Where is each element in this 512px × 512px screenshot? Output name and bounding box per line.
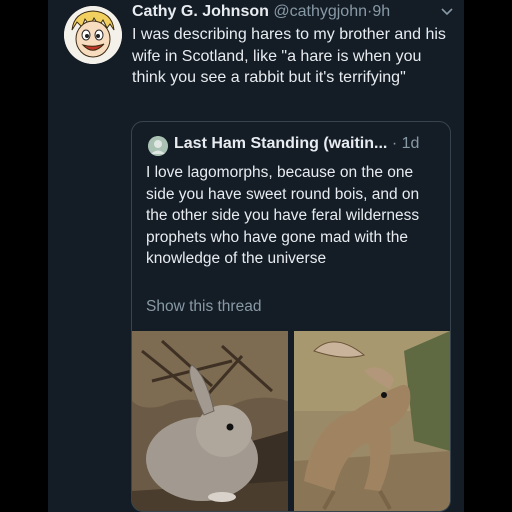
more-options-button[interactable] xyxy=(440,5,454,19)
show-thread-link[interactable]: Show this thread xyxy=(146,296,261,317)
hare-photo[interactable] xyxy=(294,331,450,511)
rabbit-photo[interactable] xyxy=(132,331,288,511)
quoted-tweet-text: I love lagomorphs, because on the one si… xyxy=(146,164,420,267)
author-avatar[interactable] xyxy=(64,6,122,64)
chevron-down-icon xyxy=(441,8,453,16)
quoted-author-name[interactable]: Last Ham Standing (waitin... xyxy=(174,135,387,152)
author-handle[interactable]: @cathygjohn xyxy=(273,3,367,20)
author-name[interactable]: Cathy G. Johnson xyxy=(132,3,269,20)
quoted-tweet[interactable]: Last Ham Standing (waitin... · 1d I love… xyxy=(131,121,451,512)
quoted-author-avatar[interactable] xyxy=(148,136,168,156)
cartoon-avatar-icon xyxy=(64,6,122,64)
tweet-header: Cathy G. Johnson @cathygjohn·9h xyxy=(132,1,450,23)
hare-image xyxy=(294,331,450,511)
avatar-icon xyxy=(148,136,168,156)
tweet-time[interactable]: 9h xyxy=(372,3,390,20)
quoted-tweet-time: · 1d xyxy=(391,135,420,152)
rabbit-image xyxy=(132,331,288,511)
tweet-text: I was describing hares to my brother and… xyxy=(132,26,446,86)
quoted-tweet-header: Last Ham Standing (waitin... · 1d xyxy=(174,133,444,155)
